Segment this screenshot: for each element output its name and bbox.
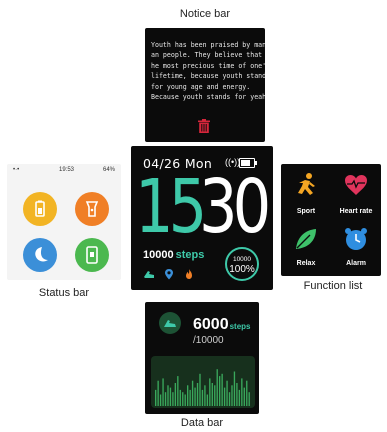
data-step-count: 6000steps [193,316,251,334]
activity-bar [155,389,157,406]
flashlight-button[interactable] [75,192,109,226]
activity-bar [223,387,226,406]
status-bar-left: •·• [13,167,20,173]
trash-icon[interactable] [198,119,210,133]
activity-bar [246,380,248,406]
notice-line: he most precious time of one's [151,61,265,70]
location-icon [165,269,173,280]
status-bar: •·• 19:53 64% [7,164,121,178]
activity-bar [167,385,169,406]
data-step-target: /10000 [193,335,224,346]
watch-face-screen[interactable]: 04/26 Mon ((•)) 15 30 10000 steps 10000 1… [131,146,273,290]
time-hour: 15 [135,164,207,250]
find-phone-button[interactable] [75,238,109,272]
activity-bar [243,387,245,406]
activity-bar [241,378,243,406]
activity-bar [209,378,211,406]
activity-bar [196,383,199,406]
notice-line: an people. They believe that it t [151,51,265,60]
activity-bar [191,380,194,406]
alarm-clock-icon [345,228,367,250]
notice-line: Youth has been praised by many [151,41,265,49]
activity-bar [177,376,179,406]
step-count: 10000 steps [143,249,204,261]
activity-bar [184,394,186,406]
activity-bar [219,376,221,406]
battery-saver-button[interactable] [23,192,57,226]
function-label-heart-rate: Heart rate [339,208,373,215]
data-step-unit: steps [229,322,251,331]
shoe-icon [144,271,154,278]
running-icon [298,173,315,195]
notice-line: Because youth stands for yeah [151,93,265,102]
moon-icon [35,247,48,262]
activity-bar [238,389,241,406]
goal-progress-ring: 10000 100% [225,247,259,281]
notice-message: Youth has been praised by many an people… [151,40,265,102]
activity-bar [204,385,206,406]
activity-bar [228,392,231,406]
activity-bar [248,392,250,406]
activity-bar [179,389,181,406]
function-list-caption: Function list [303,280,363,292]
function-list-screen[interactable]: Sport Heart rate Relax Alarm [281,164,381,276]
activity-bar [221,373,223,406]
activity-bar [169,387,172,406]
activity-bar [211,383,213,406]
leaf-icon [296,229,316,249]
notice-line: for young age and energy. [151,82,251,91]
goal-percent: 100% [229,264,255,275]
activity-bar [172,392,174,406]
notice-line: lifetime, because youth stands [151,72,265,81]
activity-bar [159,394,162,406]
activity-bar [201,389,204,406]
activity-bar [194,387,196,406]
data-bar-screen[interactable]: 6000steps /10000 [145,302,259,414]
status-bar-screen[interactable]: •·• 19:53 64% [7,164,121,280]
activity-bar [199,373,201,406]
function-label-sport: Sport [296,208,316,215]
activity-bar [174,383,177,406]
activity-bar [182,392,184,406]
activity-bar [206,394,209,406]
activity-bar [164,392,167,406]
activity-bar [189,389,191,406]
flashlight-icon [85,201,99,217]
battery-icon [35,200,45,217]
time-minute: 30 [199,164,271,250]
activity-bar [236,383,238,406]
activity-bar-chart [155,369,250,406]
data-bar-caption: Data bar [180,417,224,429]
activity-bar [157,380,159,406]
notice-bar-screen[interactable]: Youth has been praised by many an people… [145,28,265,142]
activity-bar [233,371,236,406]
activity-bar [216,369,218,406]
status-bar-caption: Status bar [38,287,90,299]
activity-bar [231,385,233,406]
heart-icon [345,175,367,195]
function-label-relax: Relax [296,260,316,267]
status-bar-time: 19:53 [59,167,75,173]
do-not-disturb-button[interactable] [23,238,57,272]
activity-bar [187,385,189,406]
activity-bar [226,380,228,406]
goal-value: 10000 [232,256,252,263]
step-icon-circle [159,312,181,334]
activity-chart-panel [151,356,255,408]
activity-bar [214,385,216,406]
flame-icon [186,269,192,279]
step-count-value: 10000 [143,249,174,261]
phone-icon [86,246,98,264]
notice-bar-caption: Notice bar [179,8,231,20]
activity-bar [162,378,164,406]
step-count-unit: steps [175,249,205,261]
status-bar-battery: 64% [102,167,115,173]
function-label-alarm: Alarm [346,260,366,267]
data-step-value: 6000 [193,316,229,333]
shoe-icon [164,320,176,327]
